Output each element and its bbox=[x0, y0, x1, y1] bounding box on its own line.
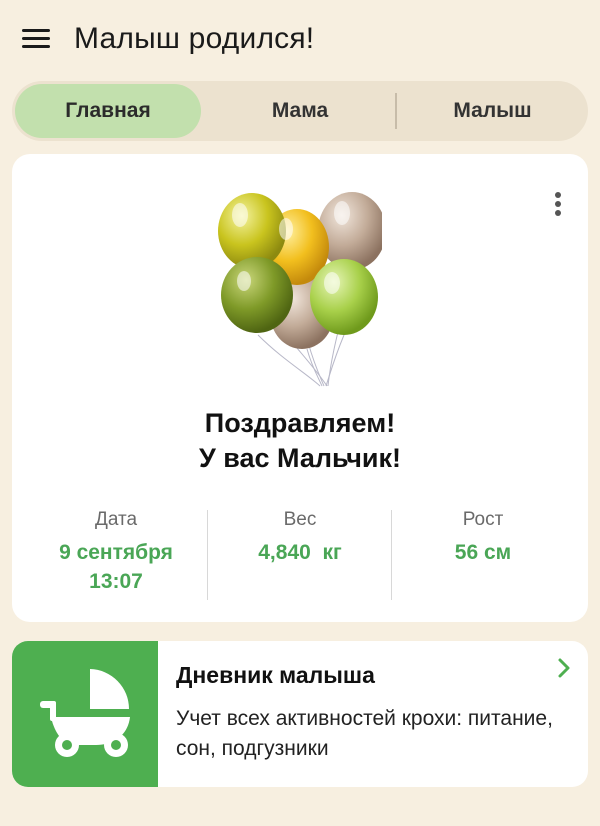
tab-home[interactable]: Главная bbox=[15, 84, 201, 138]
birth-announcement-card: Поздравляем! У вас Мальчик! Дата 9 сентя… bbox=[12, 154, 588, 622]
more-options-icon[interactable] bbox=[554, 192, 562, 216]
app-title: Малыш родился! bbox=[74, 22, 315, 55]
chevron-right-icon bbox=[558, 658, 570, 678]
diary-description: Учет всех активностей крохи: питание, со… bbox=[176, 707, 553, 760]
baby-diary-card[interactable]: Дневник малыша Учет всех активностей кро… bbox=[12, 641, 588, 787]
tab-baby[interactable]: Малыш bbox=[400, 84, 585, 138]
baby-stroller-icon bbox=[40, 669, 130, 757]
stat-date-day: 9 сентября bbox=[59, 541, 173, 564]
tab-divider bbox=[395, 93, 397, 129]
stat-date-time: 13:07 bbox=[89, 570, 143, 593]
congrats-line-1: Поздравляем! bbox=[204, 408, 396, 438]
app-bar: Малыш родился! bbox=[0, 0, 600, 78]
stat-height-label: Рост bbox=[462, 509, 504, 530]
stat-weight-value: 4,840 кг bbox=[258, 541, 342, 564]
stat-height-value: 56 см bbox=[454, 541, 512, 564]
birth-stats: Дата 9 сентября 13:07 Вес 4,840 кг Рост … bbox=[12, 506, 588, 602]
hamburger-menu-icon[interactable] bbox=[22, 28, 50, 50]
stat-date-value: 9 сентября 13:07 bbox=[21, 538, 211, 596]
balloons-illustration bbox=[218, 192, 382, 387]
stat-date-label: Дата bbox=[94, 509, 138, 530]
diary-title: Дневник малыша bbox=[176, 662, 375, 688]
tab-mom[interactable]: Мама bbox=[208, 84, 392, 138]
stat-date: Дата 9 сентября 13:07 bbox=[21, 506, 211, 596]
congrats-line-2: У вас Мальчик! bbox=[198, 443, 402, 473]
stat-height: Рост 56 см bbox=[388, 506, 578, 567]
tab-bar: Главная Мама Малыш bbox=[12, 81, 588, 141]
congratulations-message: Поздравляем! У вас Мальчик! bbox=[12, 406, 588, 476]
diary-icon-box bbox=[12, 641, 158, 787]
stat-weight: Вес 4,840 кг bbox=[205, 506, 395, 567]
stat-weight-label: Вес bbox=[283, 509, 317, 530]
